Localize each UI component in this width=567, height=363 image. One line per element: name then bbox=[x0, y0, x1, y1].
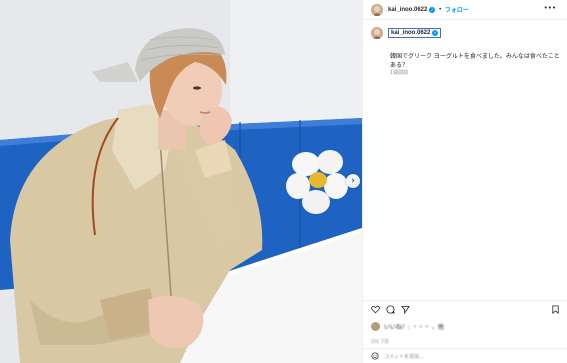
likes-summary[interactable]: いいね！: ・・・ 、他 bbox=[371, 320, 561, 332]
avatar[interactable] bbox=[371, 3, 383, 16]
follow-button[interactable]: フォロー bbox=[445, 5, 469, 14]
heart-icon[interactable] bbox=[371, 305, 380, 314]
post-header: kai_inoo.0622 ✓ • フォロー ••• bbox=[363, 0, 567, 20]
post-date: 2月 7日 bbox=[371, 339, 389, 345]
comment-input[interactable]: コメントを追加... bbox=[384, 353, 424, 360]
emoji-icon[interactable] bbox=[371, 352, 379, 360]
verified-badge-icon: ✓ bbox=[429, 6, 436, 13]
post-photo[interactable]: › bbox=[0, 0, 362, 363]
verified-badge-icon: ✓ bbox=[432, 30, 439, 36]
liker-avatar bbox=[371, 321, 380, 331]
likes-text: いいね！: ・・・ 、他 bbox=[384, 323, 444, 331]
caption-username-text: kai_inoo.0622 bbox=[391, 30, 431, 36]
comment-icon[interactable] bbox=[386, 304, 395, 314]
photo-image bbox=[0, 0, 362, 363]
caption-header: kai_inoo.0622 ✓ bbox=[371, 27, 442, 39]
chevron-right-icon: › bbox=[351, 175, 355, 186]
caption-username[interactable]: kai_inoo.0622 ✓ bbox=[388, 28, 442, 38]
comment-bar: コメントを追加... bbox=[363, 348, 567, 363]
bookmark-icon[interactable] bbox=[551, 304, 560, 314]
caption-avatar[interactable] bbox=[371, 27, 383, 39]
caption-timestamp: 1週間前 bbox=[390, 70, 409, 76]
next-image-button[interactable]: › bbox=[346, 174, 360, 188]
more-options-icon[interactable]: ••• bbox=[544, 5, 556, 12]
share-icon[interactable] bbox=[401, 305, 410, 314]
header-username[interactable]: kai_inoo.0622 bbox=[388, 7, 427, 13]
caption-text: 韓国でグリーク ヨーグルトを食べました。みんなは食べたことある？ bbox=[390, 53, 560, 69]
action-bar bbox=[363, 300, 567, 314]
post-sidebar: kai_inoo.0622 ✓ • フォロー ••• kai_inoo.0622… bbox=[362, 0, 567, 363]
separator-dot: • bbox=[438, 6, 442, 13]
